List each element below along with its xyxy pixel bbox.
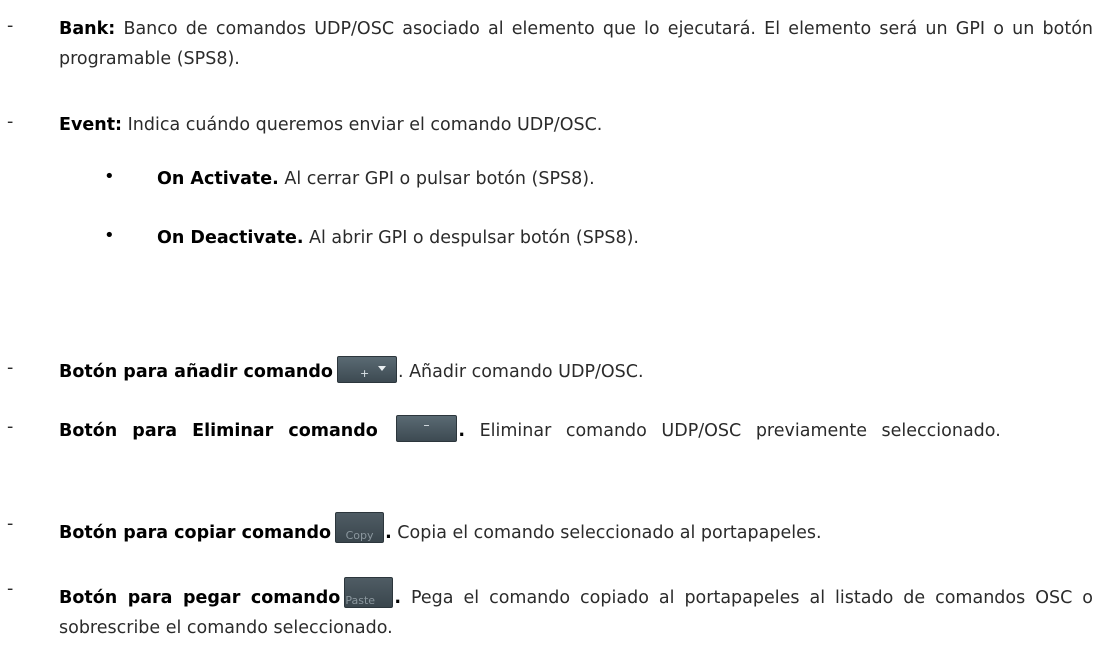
delete-command-term: Botón para Eliminar comando — [59, 421, 378, 441]
copy-command-paragraph: Botón para copiar comando Copy. Copia el … — [59, 512, 1093, 548]
bank-paragraph: Bank: Banco de comandos UDP/OSC asociado… — [59, 14, 1093, 74]
delete-command-paragraph: Botón para Eliminar comando . Eliminar c… — [59, 415, 1093, 446]
list-dash: - — [7, 358, 14, 378]
event-term: Event: — [59, 115, 123, 135]
option-paragraph: On Deactivate. Al abrir GPI o despulsar … — [157, 223, 639, 253]
add-command-paragraph: Botón para añadir comando + . Añadir coman… — [59, 356, 1093, 387]
delete-command-button[interactable] — [396, 415, 458, 442]
option-paragraph: On Activate. Al cerrar GPI o pulsar botó… — [157, 164, 595, 194]
minus-icon — [424, 425, 430, 426]
option-description: Al abrir GPI o despulsar botón (SPS8). — [303, 228, 639, 248]
copy-button[interactable]: Copy — [335, 512, 385, 543]
bank-description: Banco de comandos UDP/OSC asociado al el… — [59, 19, 1093, 69]
add-command-description: . Añadir comando UDP/OSC. — [397, 362, 644, 382]
paste-command-term: Botón para pegar comando — [59, 588, 341, 608]
term-period: . — [385, 523, 392, 543]
list-dash: - — [7, 417, 14, 437]
option-term: On Deactivate. — [157, 228, 304, 248]
copy-command-term: Botón para copiar comando — [59, 523, 332, 543]
document-page: - Bank: Banco de comandos UDP/OSC asocia… — [0, 0, 1103, 671]
plus-icon: + — [359, 367, 370, 380]
chevron-down-icon — [377, 366, 386, 371]
paste-button[interactable]: Paste — [344, 577, 394, 608]
copy-button-label: Copy — [345, 529, 374, 542]
delete-command-description: Eliminar comando UDP/OSC previamente sel… — [465, 421, 1001, 441]
paste-button-label: Paste — [345, 594, 376, 607]
bank-term: Bank: — [59, 19, 116, 39]
bullet-icon: • — [104, 225, 115, 246]
list-dash: - — [7, 16, 14, 36]
add-command-term: Botón para añadir comando — [59, 362, 333, 382]
list-dash: - — [7, 112, 14, 132]
term-period: . — [394, 588, 401, 608]
event-paragraph: Event: Indica cuándo queremos enviar el … — [59, 110, 1093, 140]
list-dash: - — [7, 514, 14, 534]
option-description: Al cerrar GPI o pulsar botón (SPS8). — [278, 169, 595, 189]
event-description: Indica cuándo queremos enviar el comando… — [122, 115, 603, 135]
option-term: On Activate. — [157, 169, 279, 189]
bullet-icon: • — [104, 166, 115, 187]
add-command-button[interactable]: + — [336, 356, 397, 383]
list-dash: - — [7, 579, 14, 599]
copy-command-description: Copia el comando seleccionado al portapa… — [391, 523, 822, 543]
paste-command-paragraph: Botón para pegar comando Paste. Pega el c… — [59, 577, 1093, 643]
